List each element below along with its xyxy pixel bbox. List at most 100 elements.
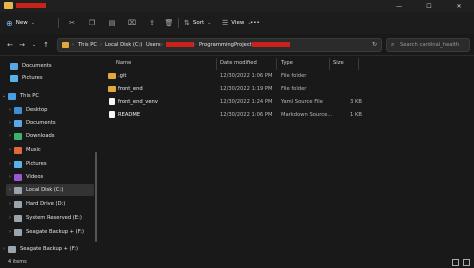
chevron-down-icon[interactable]: ⌄ — [0, 93, 8, 99]
up-arrow-icon[interactable]: ↑ — [41, 40, 51, 50]
sidebar-item-desktop[interactable]: › Desktop — [6, 104, 100, 116]
breadcrumb-this-pc[interactable]: This PC — [78, 42, 97, 48]
maximize-button[interactable]: ☐ — [414, 0, 444, 12]
view-button[interactable]: ☰ View ⌄ — [222, 17, 252, 29]
file-date: 12/30/2022 1:06 PM — [220, 73, 273, 79]
sidebar-scrollbar[interactable] — [95, 152, 97, 242]
sidebar-item-label: This PC — [20, 93, 39, 99]
sidebar-item-local-disk-c[interactable]: › Local Disk (C:) — [6, 184, 94, 196]
minimize-button[interactable]: — — [384, 0, 414, 12]
file-size: 3 KB — [350, 99, 362, 105]
folder-icon — [108, 86, 116, 92]
column-divider[interactable] — [216, 58, 217, 70]
toolbar-divider — [58, 18, 59, 28]
sidebar-item-label: Hard Drive (D:) — [26, 201, 66, 207]
forward-arrow-icon[interactable]: → — [17, 40, 27, 50]
rename-icon[interactable]: ⌧ — [127, 18, 137, 28]
breadcrumb-separator: › — [72, 42, 74, 48]
file-list: Name Date modified Type Size .git 12/30/… — [102, 56, 474, 268]
file-icon — [109, 111, 115, 118]
details-view-icon[interactable] — [452, 259, 459, 266]
breadcrumb-separator: › — [140, 42, 142, 48]
column-header-name[interactable]: Name — [116, 60, 131, 66]
sidebar-item-label: System Reserved (E:) — [26, 215, 82, 221]
chevron-right-icon[interactable]: › — [6, 187, 14, 193]
sidebar-item-downloads[interactable]: › Downloads — [6, 130, 100, 142]
table-row[interactable]: front_end_venv 12/30/2022 1:24 PM Yaml S… — [102, 96, 474, 108]
chevron-right-icon[interactable]: › — [6, 174, 14, 180]
breadcrumb-separator: › — [247, 42, 249, 48]
copy-icon[interactable]: ❐ — [87, 18, 97, 28]
search-placeholder: Search cardinal_health — [400, 42, 460, 48]
sort-button[interactable]: ⇅ Sort ⌄ — [184, 17, 211, 29]
sidebar-item-videos[interactable]: › Videos — [6, 171, 100, 183]
more-icon: ••• — [250, 20, 260, 26]
close-button[interactable]: ✕ — [444, 0, 474, 12]
table-row[interactable]: .git 12/30/2022 1:06 PM File folder — [102, 70, 474, 82]
chevron-right-icon[interactable]: › — [6, 107, 14, 113]
address-row: ← → ⌄ ↑ › This PC › Local Disk (C:) › Us… — [0, 34, 474, 56]
chevron-right-icon[interactable]: › — [6, 120, 14, 126]
paste-icon[interactable]: ▤ — [107, 18, 117, 28]
drive-icon — [14, 214, 22, 222]
sidebar-item-label: Videos — [26, 174, 44, 180]
this-pc-icon — [8, 92, 16, 100]
sidebar-item-hard-drive-d[interactable]: › Hard Drive (D:) — [6, 198, 100, 210]
column-divider[interactable] — [329, 58, 330, 70]
sidebar-item-this-pc[interactable]: ⌄ This PC — [0, 90, 94, 102]
more-options-button[interactable]: ••• — [250, 17, 260, 29]
recent-chevron-icon[interactable]: ⌄ — [29, 40, 39, 50]
column-header-date-modified[interactable]: Date modified — [220, 60, 257, 66]
breadcrumb-separator: › — [161, 42, 163, 48]
sidebar-item-label: Local Disk (C:) — [26, 187, 64, 193]
tiles-view-icon[interactable] — [463, 259, 470, 266]
chevron-right-icon[interactable]: › — [6, 201, 14, 207]
file-name: .git — [118, 73, 127, 79]
search-icon: ⌕ — [391, 41, 395, 48]
chevron-right-icon[interactable]: › — [0, 246, 8, 252]
sidebar-item-label: Seagate Backup + (F:) — [20, 246, 79, 252]
chevron-right-icon[interactable]: › — [6, 229, 14, 235]
cut-icon[interactable]: ✂ — [67, 18, 77, 28]
breadcrumb-users[interactable]: Users — [146, 42, 161, 48]
breadcrumb-local-disk[interactable]: Local Disk (C:) — [105, 42, 142, 48]
address-bar[interactable]: › This PC › Local Disk (C:) › Users › › … — [57, 38, 382, 52]
folder-tab-icon — [4, 2, 13, 9]
sidebar-item-seagate-backup-f-network[interactable]: › Seagate Backup + (F:) — [0, 243, 94, 255]
chevron-right-icon[interactable]: › — [6, 147, 14, 153]
navigation-pane: Documents Pictures ⌄ This PC › Desktop ›… — [0, 56, 97, 268]
sidebar-item-pictures-quick[interactable]: Pictures — [10, 72, 104, 84]
folder-icon — [62, 42, 69, 48]
column-header-size[interactable]: Size — [333, 60, 344, 66]
sidebar-item-system-reserved-e[interactable]: › System Reserved (E:) — [6, 212, 100, 224]
sidebar-item-documents-quick[interactable]: Documents — [10, 60, 104, 72]
sort-icon: ⇅ — [184, 19, 190, 27]
sidebar-item-pictures[interactable]: › Pictures — [6, 158, 100, 170]
delete-icon[interactable]: 🗑 — [164, 18, 174, 28]
chevron-right-icon[interactable]: › — [6, 215, 14, 221]
search-box[interactable]: ⌕ Search cardinal_health — [386, 38, 470, 52]
sidebar-item-seagate-backup-f[interactable]: › Seagate Backup + (F:) — [6, 226, 100, 238]
share-icon[interactable]: ⇪ — [147, 18, 157, 28]
file-date: 12/30/2022 1:19 PM — [220, 86, 273, 92]
sidebar-item-documents[interactable]: › Documents — [6, 117, 100, 129]
table-row[interactable]: front_end 12/30/2022 1:19 PM File folder — [102, 83, 474, 95]
column-divider[interactable] — [358, 58, 359, 70]
title-bar: — ☐ ✕ — [0, 0, 474, 12]
file-date: 12/30/2022 1:06 PM — [220, 112, 273, 118]
drive-icon — [14, 200, 22, 208]
column-divider[interactable] — [276, 58, 277, 70]
column-header-type[interactable]: Type — [281, 60, 293, 66]
back-arrow-icon[interactable]: ← — [5, 40, 15, 50]
file-name: front_end_venv — [118, 99, 158, 105]
new-label: New — [15, 20, 28, 26]
sidebar-item-music[interactable]: › Music — [6, 144, 100, 156]
item-count: 4 items — [8, 259, 27, 265]
table-row[interactable]: README 12/30/2022 1:06 PM Markdown Sourc… — [102, 109, 474, 121]
chevron-right-icon[interactable]: › — [6, 161, 14, 167]
chevron-right-icon[interactable]: › — [6, 133, 14, 139]
new-button[interactable]: ⊕ New ⌄ — [6, 17, 35, 29]
sidebar-item-label: Pictures — [26, 161, 47, 167]
file-type: File folder — [281, 73, 307, 79]
refresh-icon[interactable]: ↻ — [372, 41, 377, 48]
